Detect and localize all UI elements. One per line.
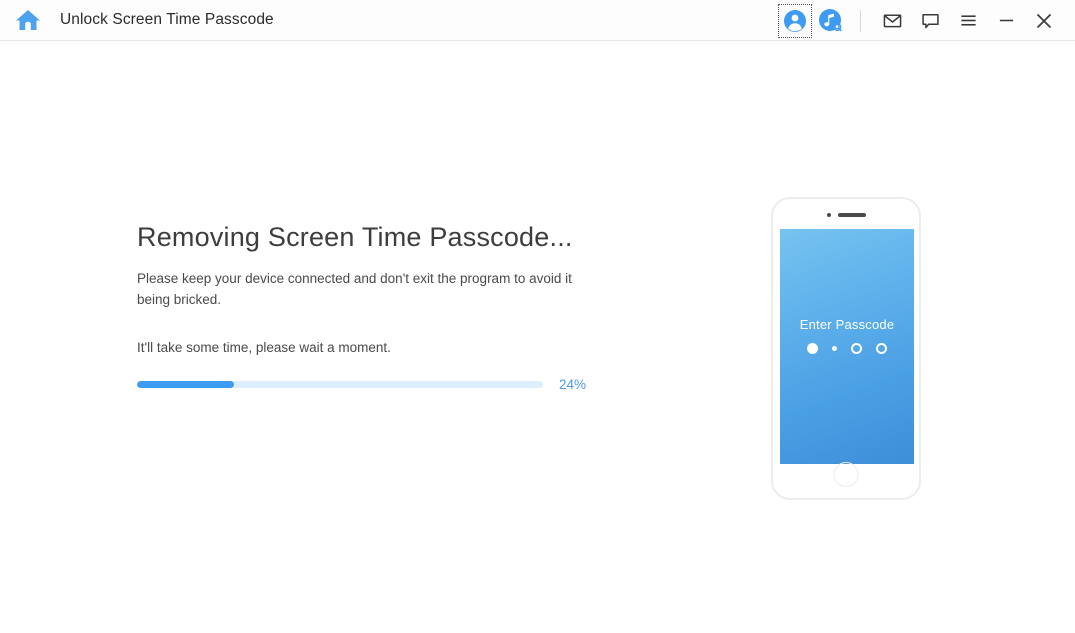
minimize-icon[interactable]: [987, 0, 1025, 41]
status-heading: Removing Screen Time Passcode...: [137, 221, 607, 253]
wait-message: It'll take some time, please wait a mome…: [137, 340, 607, 355]
phone-screen: Enter Passcode: [780, 229, 914, 464]
phone-top-bar: [773, 213, 919, 217]
mail-icon[interactable]: [873, 0, 911, 41]
phone-home-button: [834, 462, 859, 487]
enter-passcode-label: Enter Passcode: [780, 317, 914, 332]
main-content: Removing Screen Time Passcode... Please …: [0, 41, 1075, 633]
progress-row: 24%: [137, 377, 607, 392]
hamburger-menu-icon[interactable]: [949, 0, 987, 41]
passcode-dot: [832, 346, 837, 351]
titlebar: Unlock Screen Time Passcode: [0, 0, 1075, 41]
titlebar-actions: [774, 0, 1075, 41]
passcode-dot: [807, 343, 818, 354]
progress-percent-label: 24%: [559, 377, 586, 392]
status-description: Please keep your device connected and do…: [137, 269, 592, 311]
progress-bar-fill: [137, 381, 234, 388]
close-icon[interactable]: [1025, 0, 1063, 41]
feedback-chat-icon[interactable]: [911, 0, 949, 41]
toolbar-divider: [860, 10, 861, 32]
progress-bar: [137, 381, 543, 388]
music-search-icon[interactable]: [816, 6, 846, 36]
status-panel: Removing Screen Time Passcode... Please …: [137, 221, 607, 392]
passcode-dots: [780, 343, 914, 354]
passcode-dot: [851, 343, 862, 354]
account-icon[interactable]: [780, 6, 810, 36]
home-icon[interactable]: [13, 5, 43, 35]
camera-icon: [827, 213, 831, 217]
page-title: Unlock Screen Time Passcode: [60, 11, 274, 29]
passcode-dot: [876, 343, 887, 354]
speaker-grille-icon: [838, 213, 866, 217]
phone-illustration: Enter Passcode: [771, 197, 921, 500]
